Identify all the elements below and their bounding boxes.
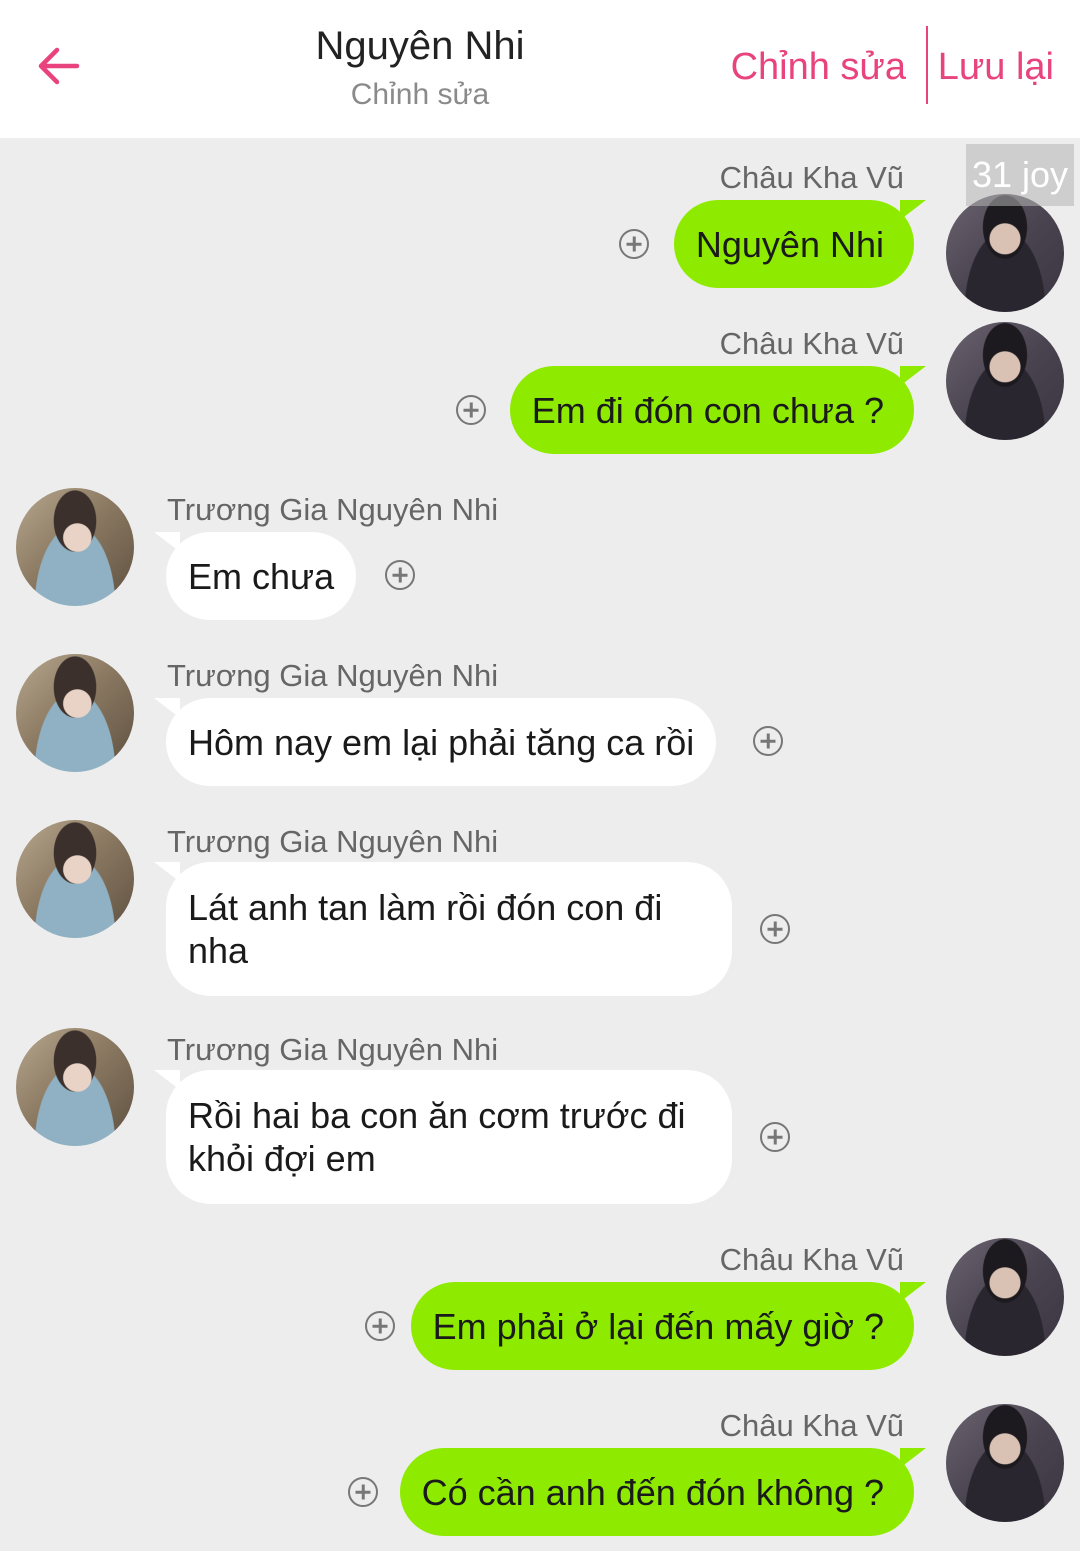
add-reaction-icon[interactable] — [456, 395, 486, 425]
avatar[interactable] — [946, 1238, 1064, 1356]
add-reaction-icon[interactable] — [619, 229, 649, 259]
message-row: Trương Gia Nguyên Nhi Lát anh tan làm rồ… — [0, 820, 1080, 1000]
avatar[interactable] — [16, 1028, 134, 1146]
message-bubble[interactable]: Em phải ở lại đến mấy giờ ? — [410, 1282, 927, 1370]
sender-name: Trương Gia Nguyên Nhi — [167, 658, 499, 693]
edit-button[interactable]: Chỉnh sửa — [731, 44, 906, 90]
message-bubble[interactable]: Em đi đón con chưa ? — [509, 366, 927, 454]
arrow-left-icon — [38, 47, 80, 85]
sender-name: Châu Kha Vũ — [719, 1242, 904, 1277]
sender-name: Châu Kha Vũ — [719, 326, 904, 361]
save-button[interactable]: Lưu lại — [938, 44, 1054, 90]
avatar[interactable] — [16, 820, 134, 938]
message-bubble[interactable]: Rồi hai ba con ăn cơm trước đi khỏi đợi … — [154, 1070, 732, 1204]
message-row: Châu Kha Vũ Em đi đón con chưa ? — [0, 322, 1080, 462]
message-row: Châu Kha Vũ Em phải ở lại đến mấy giờ ? — [0, 1238, 1080, 1378]
sender-name: Trương Gia Nguyên Nhi — [167, 1032, 499, 1067]
message-row: Châu Kha Vũ Nguyên Nhi — [0, 156, 1080, 312]
avatar[interactable] — [946, 1404, 1064, 1522]
sender-name: Châu Kha Vũ — [719, 1408, 904, 1443]
avatar[interactable] — [946, 194, 1064, 312]
add-reaction-icon[interactable] — [760, 914, 790, 944]
add-reaction-icon[interactable] — [753, 726, 783, 756]
message-bubble[interactable]: Có cần anh đến đón không ? — [399, 1448, 927, 1536]
add-reaction-icon[interactable] — [760, 1122, 790, 1152]
watermark: 31 joy — [966, 144, 1074, 206]
message-row: Trương Gia Nguyên Nhi Rồi hai ba con ăn … — [0, 1028, 1080, 1208]
message-bubble[interactable]: Em chưa — [153, 532, 357, 620]
add-reaction-icon[interactable] — [348, 1477, 378, 1507]
message-bubble[interactable]: Hôm nay em lại phải tăng ca rồi — [153, 698, 717, 786]
avatar[interactable] — [946, 322, 1064, 440]
add-reaction-icon[interactable] — [365, 1311, 395, 1341]
header-divider — [926, 26, 928, 104]
sender-name: Trương Gia Nguyên Nhi — [167, 824, 499, 859]
message-row: Trương Gia Nguyên Nhi Em chưa — [0, 488, 1080, 628]
sender-name: Châu Kha Vũ — [719, 160, 904, 195]
top-bar: Nguyên Nhi Chỉnh sửa Chỉnh sửa Lưu lại — [0, 0, 1080, 138]
message-row: Châu Kha Vũ Có cần anh đến đón không ? — [0, 1404, 1080, 1544]
message-bubble[interactable]: Lát anh tan làm rồi đón con đi nha — [154, 862, 732, 996]
message-bubble[interactable]: Nguyên Nhi — [673, 200, 927, 288]
add-reaction-icon[interactable] — [385, 560, 415, 590]
avatar[interactable] — [16, 488, 134, 606]
chat-subtitle: Chỉnh sửa — [350, 78, 490, 111]
avatar[interactable] — [16, 654, 134, 772]
sender-name: Trương Gia Nguyên Nhi — [167, 492, 499, 527]
back-button[interactable] — [30, 36, 86, 96]
chat-title: Nguyên Nhi — [315, 24, 525, 68]
message-row: Trương Gia Nguyên Nhi Hôm nay em lại phả… — [0, 654, 1080, 794]
